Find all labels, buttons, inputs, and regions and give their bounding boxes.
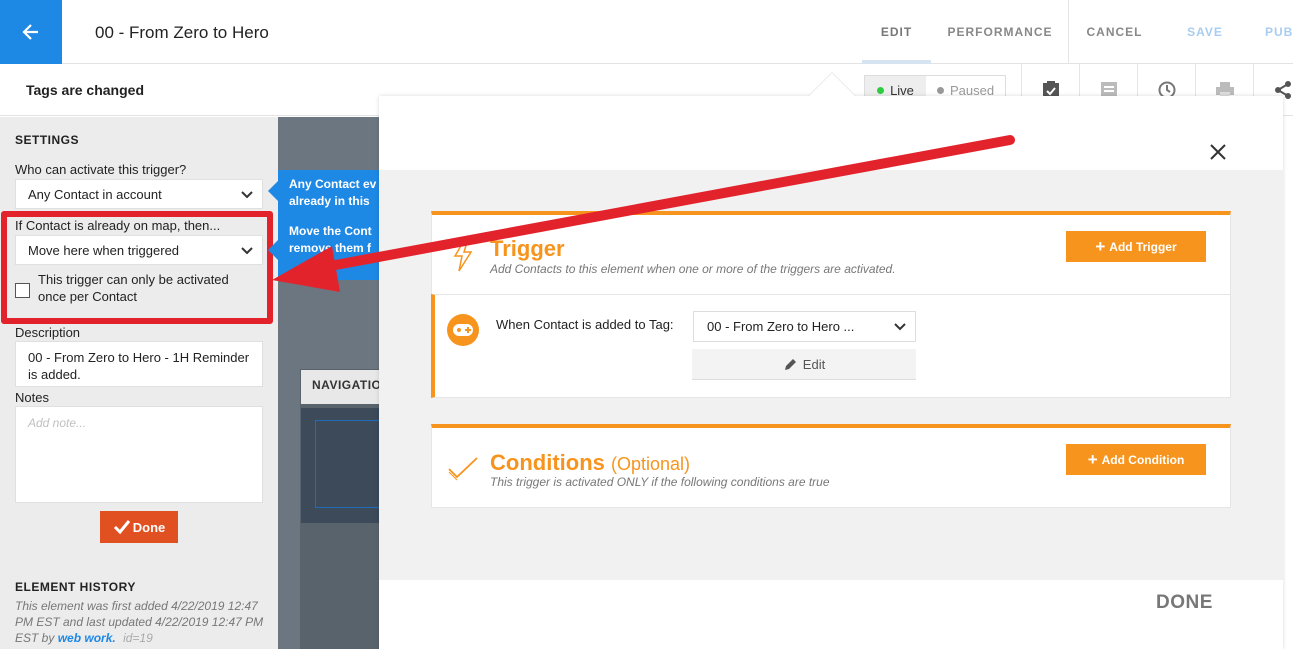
help-tooltip: Any Contact ev already in this Move the …	[278, 170, 380, 280]
tag-select-value: 00 - From Zero to Hero ...	[707, 319, 855, 334]
edit-tag-button[interactable]: Edit	[692, 349, 916, 380]
who-can-activate-select[interactable]: Any Contact in account	[15, 179, 263, 209]
conditions-optional: (Optional)	[611, 454, 691, 474]
publish-button[interactable]: PUB	[1265, 0, 1293, 64]
back-button[interactable]	[0, 0, 62, 64]
lightning-icon	[453, 238, 473, 272]
checkmark-icon	[113, 520, 130, 535]
chevron-down-icon	[241, 191, 253, 199]
live-dot-icon	[877, 86, 885, 94]
plus-icon: +	[1095, 236, 1106, 256]
check-icon	[448, 457, 478, 481]
description-label: Description	[15, 325, 81, 340]
modal-done-button[interactable]: DONE	[1156, 592, 1213, 614]
add-condition-button[interactable]: + Add Condition	[1066, 444, 1206, 475]
add-trigger-label: Add Trigger	[1109, 239, 1177, 254]
history-user-link[interactable]: web work.	[58, 631, 116, 645]
tag-row-label: When Contact is added to Tag:	[496, 317, 674, 332]
tab-edit[interactable]: EDIT	[862, 0, 931, 64]
tooltip-pointer-icon	[268, 179, 280, 203]
settings-done-button[interactable]: Done	[100, 511, 178, 543]
close-icon[interactable]	[1208, 142, 1228, 162]
trigger-title: Trigger	[490, 236, 565, 261]
save-button[interactable]: SAVE	[1170, 0, 1240, 64]
notes-label: Notes	[15, 390, 49, 405]
settings-done-label: Done	[132, 519, 166, 535]
tab-performance[interactable]: PERFORMANCE	[940, 0, 1060, 64]
chevron-down-icon	[894, 323, 906, 331]
modal-caret	[808, 72, 856, 96]
notes-placeholder: Add note...	[28, 416, 87, 430]
who-can-activate-value: Any Contact in account	[28, 186, 162, 202]
history-id: id=19	[123, 631, 153, 645]
paused-dot-icon	[936, 86, 944, 94]
add-trigger-button[interactable]: + Add Trigger	[1066, 231, 1206, 262]
conditions-title: Conditions (Optional)	[490, 450, 690, 476]
tag-select[interactable]: 00 - From Zero to Hero ...	[693, 311, 916, 342]
tooltip-line-2: already in this	[289, 194, 370, 208]
pencil-icon	[784, 358, 796, 370]
map-title: 00 - From Zero to Hero	[95, 23, 269, 42]
conditions-subtitle: This trigger is activated ONLY if the fo…	[490, 475, 830, 489]
element-history-text: This element was first added 4/22/2019 1…	[15, 598, 273, 646]
tag-add-icon	[447, 314, 479, 346]
settings-heading: SETTINGS	[15, 133, 80, 147]
tooltip-line-3: Move the Cont	[289, 224, 372, 238]
trigger-row	[431, 294, 1231, 398]
cancel-button[interactable]: CANCEL	[1068, 0, 1160, 64]
add-condition-label: Add Condition	[1101, 452, 1185, 467]
navigation-card-title: NAVIGATION	[301, 370, 380, 404]
tooltip-line-1: Any Contact ev	[289, 177, 377, 191]
navigation-card-element[interactable]	[315, 420, 380, 508]
highlight-box	[1, 211, 273, 324]
tooltip-pointer-icon	[268, 238, 280, 262]
element-history-heading: ELEMENT HISTORY	[15, 580, 136, 594]
who-can-activate-label: Who can activate this trigger?	[15, 162, 187, 177]
edit-tag-label: Edit	[802, 356, 826, 372]
trigger-subtitle: Add Contacts to this element when one or…	[490, 262, 896, 276]
arrow-left-icon	[22, 24, 38, 40]
element-title: Tags are changed	[26, 82, 145, 98]
description-field[interactable]: 00 - From Zero to Hero - 1H Reminder is …	[15, 341, 263, 387]
conditions-title-text: Conditions	[490, 450, 605, 475]
tooltip-line-4: remove them f	[289, 241, 372, 255]
notes-field[interactable]: Add note...	[15, 406, 263, 503]
plus-icon: +	[1087, 449, 1098, 469]
